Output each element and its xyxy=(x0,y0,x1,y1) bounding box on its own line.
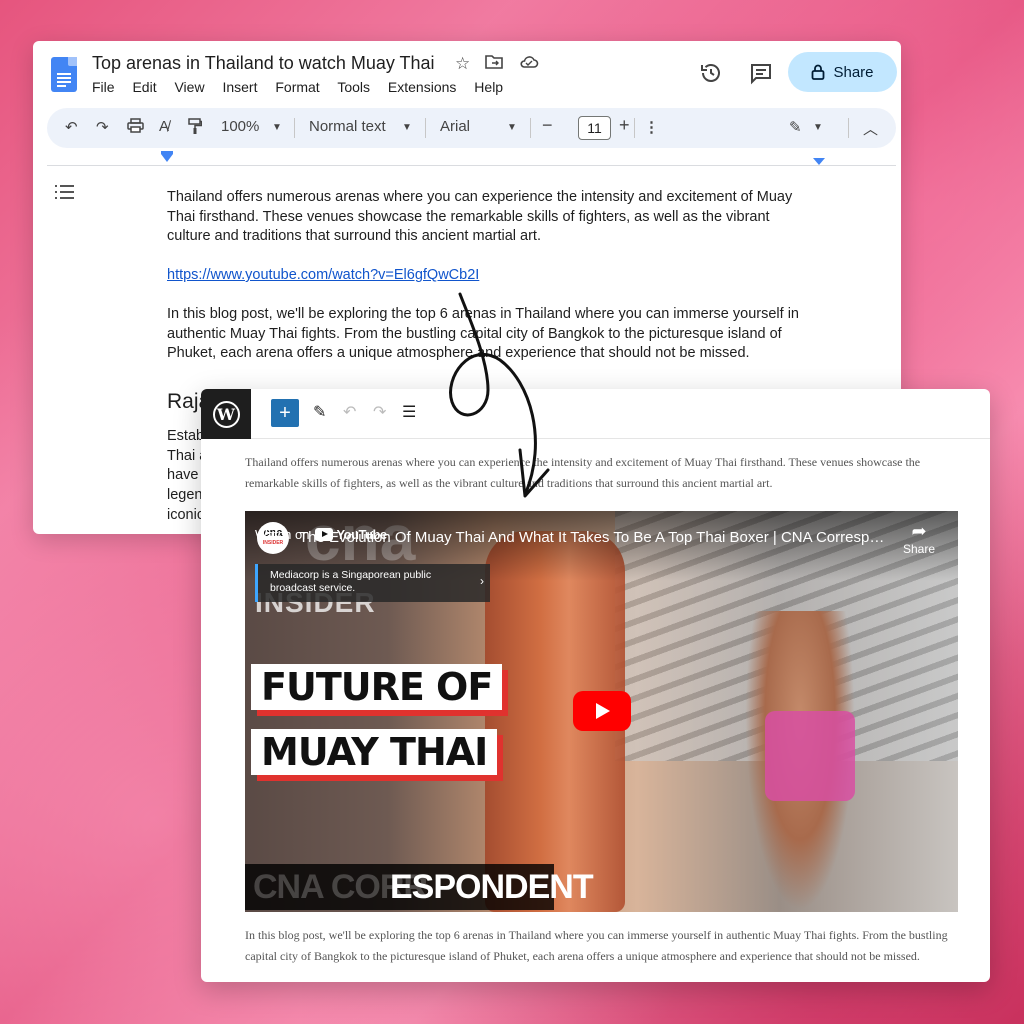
wordpress-logo-icon[interactable]: W xyxy=(201,389,251,439)
youtube-embed[interactable]: cna INSIDER cna INSIDER The Evolution Of… xyxy=(245,511,958,912)
style-chevron-down-icon[interactable]: ▼ xyxy=(402,122,412,133)
document-outline-icon[interactable] xyxy=(55,185,75,203)
redo-icon[interactable]: ↷ xyxy=(373,402,386,422)
editing-mode-chevron-down-icon[interactable]: ▼ xyxy=(813,122,823,133)
share-arrow-icon: ➦ xyxy=(911,521,927,541)
redo-icon[interactable]: ↷ xyxy=(96,118,109,136)
zoom-select[interactable]: 100% xyxy=(221,118,259,135)
wp-paragraph-intro[interactable]: Thailand offers numerous arenas where yo… xyxy=(245,452,950,494)
menu-help[interactable]: Help xyxy=(474,79,503,95)
add-block-button[interactable]: + xyxy=(271,399,299,427)
toolbar: ↶ ↷ A̸ 100% ▼ Normal text ▼ Arial ▼ − 11… xyxy=(47,108,896,148)
wordpress-editor-window: W + ✎ ↶ ↷ ☰ Thailand offers numerous are… xyxy=(201,389,990,982)
menu-view[interactable]: View xyxy=(174,79,204,95)
more-options-icon[interactable]: ⋮ xyxy=(644,118,659,136)
menu-insert[interactable]: Insert xyxy=(222,79,257,95)
right-indent-marker[interactable] xyxy=(813,158,825,165)
watch-on-youtube-button[interactable]: Watch on YouTube xyxy=(255,527,387,542)
thumbnail-headline-2: MUAY THAI xyxy=(251,729,498,775)
play-button-icon[interactable] xyxy=(573,691,631,731)
video-fighter-shorts xyxy=(765,711,855,801)
menu-format[interactable]: Format xyxy=(275,79,319,95)
ruler[interactable] xyxy=(47,165,896,166)
menu-extensions[interactable]: Extensions xyxy=(388,79,456,95)
hand-drawn-arrow-icon xyxy=(449,292,550,498)
editing-mode-pencil-icon[interactable]: ✎ xyxy=(789,118,802,136)
menu-file[interactable]: File xyxy=(92,79,115,95)
spellcheck-icon[interactable]: A̸ xyxy=(159,118,169,135)
info-panel[interactable]: Mediacorp is a Singaporean public broadc… xyxy=(255,564,490,602)
cloud-saved-icon[interactable] xyxy=(519,54,539,75)
thumbnail-headline-1: FUTURE OF xyxy=(251,664,503,710)
font-chevron-down-icon[interactable]: ▼ xyxy=(507,122,517,133)
print-icon[interactable] xyxy=(127,118,144,137)
paint-format-icon[interactable] xyxy=(188,118,203,139)
share-button[interactable]: Share xyxy=(788,52,897,92)
undo-icon[interactable]: ↶ xyxy=(343,402,356,422)
share-label: Share xyxy=(833,63,874,81)
undo-icon[interactable]: ↶ xyxy=(65,118,78,136)
tools-pencil-icon[interactable]: ✎ xyxy=(313,402,326,422)
left-indent-marker[interactable] xyxy=(161,151,173,162)
menu-tools[interactable]: Tools xyxy=(337,79,370,95)
wp-toolbar-divider xyxy=(251,438,990,439)
video-title[interactable]: The Evolution Of Muay Thai And What It T… xyxy=(299,529,889,546)
version-history-icon[interactable] xyxy=(699,61,725,87)
collapse-menus-chevron-up-icon[interactable]: ︿ xyxy=(863,118,878,139)
video-share-button[interactable]: ➦ Share xyxy=(899,521,939,556)
zoom-chevron-down-icon[interactable]: ▼ xyxy=(272,122,282,133)
menu-bar: File Edit View Insert Format Tools Exten… xyxy=(92,79,517,95)
comments-icon[interactable] xyxy=(749,61,775,87)
youtube-logo-icon xyxy=(315,528,334,541)
doc-paragraph-intro: Thailand offers numerous arenas where yo… xyxy=(167,189,793,244)
chevron-right-icon: › xyxy=(480,574,484,588)
lock-icon xyxy=(812,64,825,80)
thumbnail-bottom-text: ESPONDENT xyxy=(390,868,594,906)
move-folder-icon[interactable] xyxy=(485,54,503,75)
increase-font-size-icon[interactable]: + xyxy=(619,115,630,136)
menu-edit[interactable]: Edit xyxy=(132,79,156,95)
style-select[interactable]: Normal text xyxy=(309,118,386,135)
youtube-link[interactable]: https://www.youtube.com/watch?v=El6gfQwC… xyxy=(167,267,479,283)
decrease-font-size-icon[interactable]: − xyxy=(542,115,553,136)
document-overview-icon[interactable]: ☰ xyxy=(402,402,416,422)
font-select[interactable]: Arial xyxy=(440,118,470,135)
star-icon[interactable]: ☆ xyxy=(455,54,470,74)
font-size-input[interactable]: 11 xyxy=(578,116,611,140)
document-title[interactable]: Top arenas in Thailand to watch Muay Tha… xyxy=(92,53,435,74)
docs-logo-icon[interactable] xyxy=(51,57,77,92)
wp-paragraph-blog[interactable]: In this blog post, we'll be exploring th… xyxy=(245,925,950,967)
